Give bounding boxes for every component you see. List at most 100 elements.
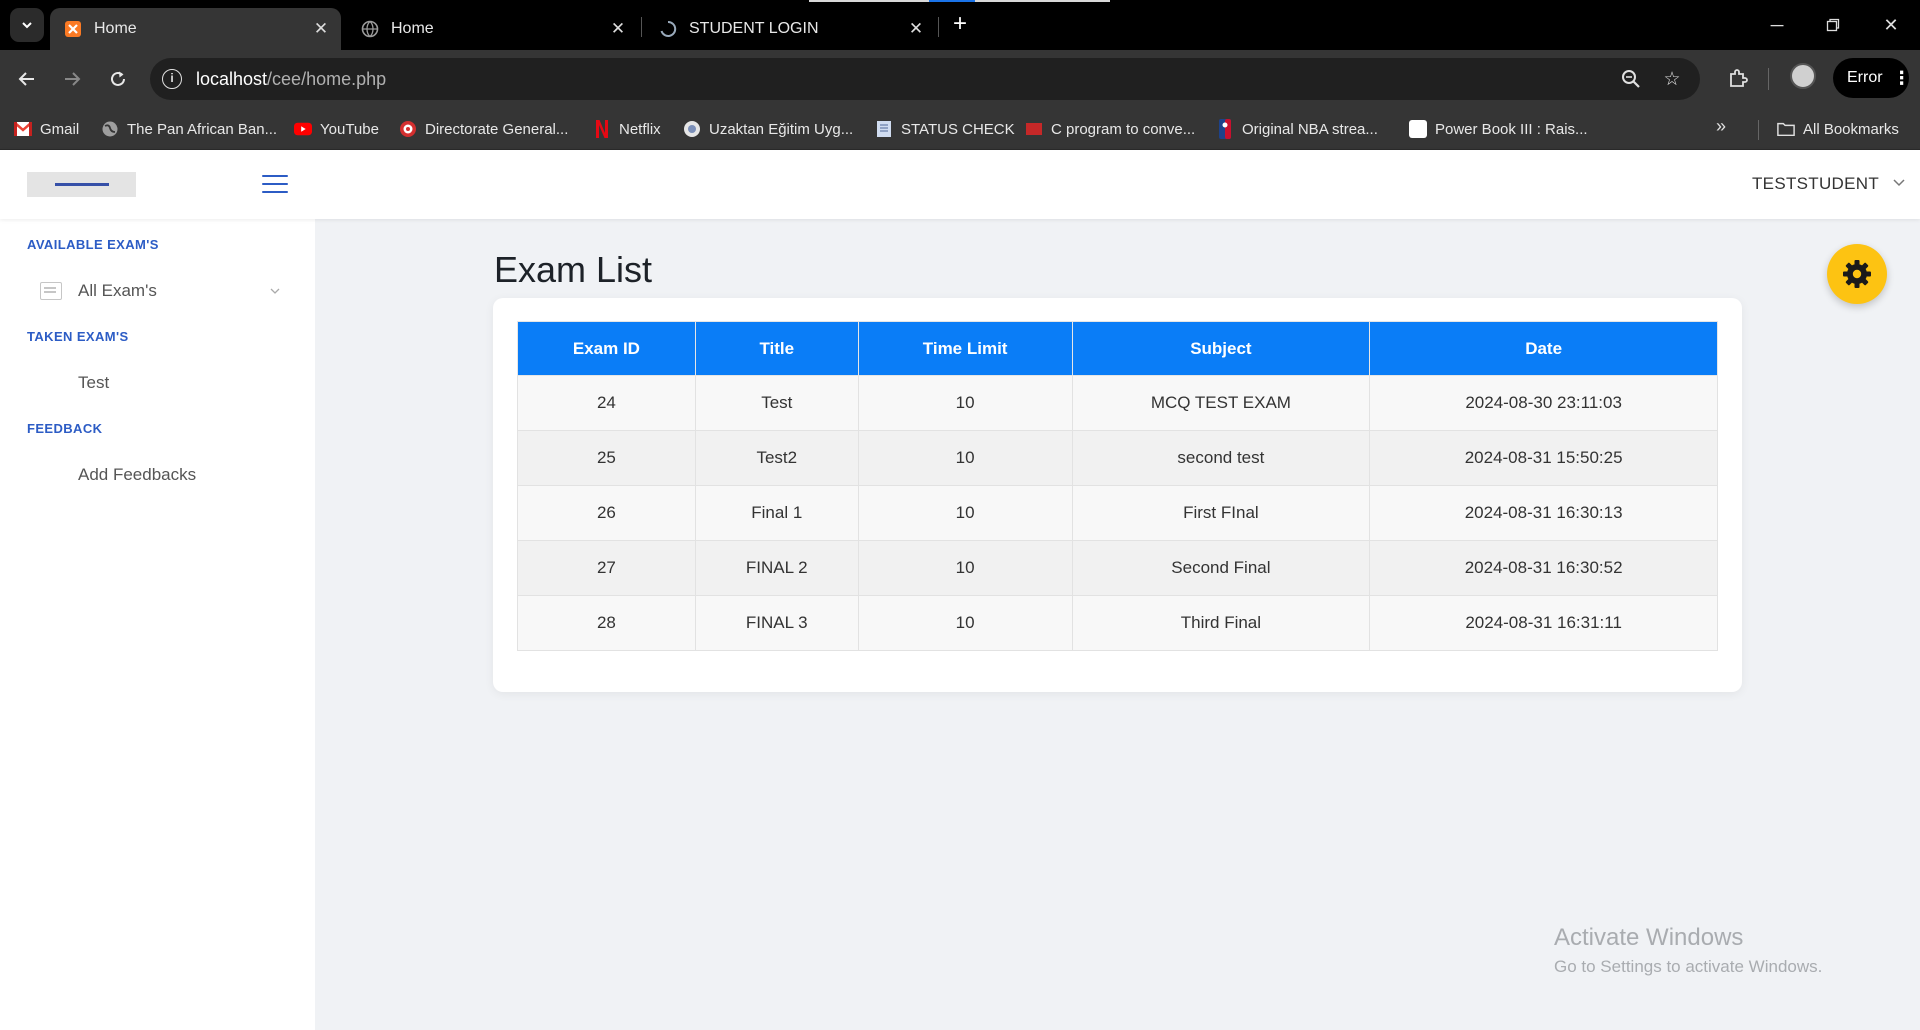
forward-button[interactable] [57, 64, 87, 94]
cell-exam-id: 28 [517, 595, 696, 651]
window-close-icon[interactable]: ✕ [1876, 12, 1906, 38]
globe-icon [683, 120, 701, 138]
gear-icon [1843, 260, 1871, 288]
bookmark-label: Netflix [619, 120, 661, 138]
close-icon[interactable]: ✕ [309, 17, 333, 41]
tab-home[interactable]: Home ✕ [347, 8, 638, 50]
table-row: 27 FINAL 2 10 Second Final 2024-08-31 16… [517, 540, 1718, 596]
minimize-icon[interactable]: ─ [1762, 12, 1792, 38]
extensions-button[interactable] [1723, 63, 1753, 93]
profile-error-button[interactable]: Error ⋮ [1833, 58, 1911, 98]
bookmark-label: Uzaktan Eğitim Uyg... [709, 120, 854, 138]
gmail-icon [14, 120, 32, 138]
tab-search-button[interactable] [10, 8, 44, 42]
tab-title: Home [391, 20, 434, 37]
bookmark-power-book[interactable]: Power Book III : Rais... [1409, 118, 1588, 140]
column-header-title: Title [694, 321, 859, 376]
zoom-icon[interactable] [1620, 68, 1642, 90]
cell-subject: First FInal [1071, 485, 1371, 541]
cell-date: 2024-08-31 15:50:25 [1369, 430, 1718, 486]
close-icon[interactable]: ✕ [606, 17, 630, 41]
star-icon[interactable]: ☆ [1661, 68, 1683, 90]
bookmark-label: The Pan African Ban... [127, 120, 278, 138]
sidebar-item-label: Add Feedbacks [78, 465, 197, 484]
cell-time-limit: 10 [857, 375, 1073, 431]
sidebar-heading-feedback: FEEDBACK [27, 421, 103, 436]
hamburger-menu-icon[interactable] [262, 175, 288, 193]
chevron-down-icon [270, 286, 280, 297]
profile-avatar[interactable] [1790, 63, 1816, 89]
bookmark-nba[interactable]: Original NBA strea... [1216, 118, 1378, 140]
cell-time-limit: 10 [857, 595, 1073, 651]
sidebar-item-all-exams[interactable]: All Exam's [40, 279, 280, 303]
globe-icon [361, 20, 379, 38]
watermark-subtitle: Go to Settings to activate Windows. [1554, 957, 1823, 976]
xampp-icon [64, 20, 82, 38]
spinner-icon [659, 20, 677, 38]
back-button[interactable] [12, 64, 42, 94]
tab-title: STUDENT LOGIN [689, 20, 819, 37]
globe-icon [101, 120, 119, 138]
bookmark-netflix[interactable]: Netflix [593, 118, 661, 140]
app-logo[interactable] [27, 172, 136, 197]
bookmark-youtube[interactable]: YouTube [294, 118, 379, 140]
table-header-row: Exam ID Title Time Limit Subject Date [517, 321, 1718, 376]
new-tab-button[interactable]: + [946, 12, 974, 38]
arrow-left-icon [18, 72, 34, 86]
bookmark-label: Gmail [40, 120, 80, 138]
tab-home-active[interactable]: Home ✕ [50, 8, 341, 50]
exam-table: Exam ID Title Time Limit Subject Date 24… [517, 321, 1718, 651]
cell-title: FINAL 3 [694, 595, 859, 651]
bookmark-directorate[interactable]: Directorate General... [399, 118, 568, 140]
chevron-down-icon [1893, 178, 1905, 190]
all-bookmarks-button[interactable]: All Bookmarks [1777, 118, 1899, 140]
table-row: 28 FINAL 3 10 Third Final 2024-08-31 16:… [517, 595, 1718, 651]
sidebar-item-label: Test [78, 373, 110, 392]
column-header-time-limit: Time Limit [857, 321, 1073, 376]
settings-fab-button[interactable] [1827, 244, 1887, 304]
bookmark-status-check[interactable]: STATUS CHECK [875, 118, 1015, 140]
site-info-icon[interactable]: i [162, 69, 182, 89]
column-header-exam-id: Exam ID [517, 321, 696, 376]
red-square-icon [1025, 120, 1043, 138]
cell-title: Final 1 [694, 485, 859, 541]
cell-time-limit: 10 [857, 485, 1073, 541]
sidebar-heading-available: AVAILABLE EXAM'S [27, 237, 159, 252]
tab-student-login[interactable]: STUDENT LOGIN ✕ [645, 8, 936, 50]
tab-loading-indicator [809, 0, 1110, 2]
tab-title: Home [94, 20, 137, 37]
column-header-subject: Subject [1071, 321, 1371, 376]
url-text: localhost/cee/home.php [196, 69, 387, 89]
bookmark-label: Original NBA strea... [1242, 120, 1378, 138]
cell-subject: MCQ TEST EXAM [1071, 375, 1371, 431]
cell-date: 2024-08-31 16:30:13 [1369, 485, 1718, 541]
white-square-icon [1409, 120, 1427, 138]
cell-title: Test [694, 375, 859, 431]
bookmark-uzaktan[interactable]: Uzaktan Eğitim Uyg... [683, 118, 853, 140]
cell-exam-id: 26 [517, 485, 696, 541]
username-label: TESTSTUDENT [1752, 174, 1880, 193]
bookmark-label: C program to conve... [1051, 120, 1196, 138]
chevron-double-right-icon[interactable]: » [1716, 116, 1726, 137]
cell-date: 2024-08-31 16:30:52 [1369, 540, 1718, 596]
cell-subject: Third Final [1071, 595, 1371, 651]
cell-title: FINAL 2 [694, 540, 859, 596]
netflix-icon [593, 120, 611, 138]
cell-subject: Second Final [1071, 540, 1371, 596]
reload-button[interactable] [103, 64, 133, 94]
bookmark-pan-african[interactable]: The Pan African Ban... [101, 118, 277, 140]
app-header: TESTSTUDENT [0, 150, 1920, 219]
sidebar-item-add-feedbacks[interactable]: Add Feedbacks [78, 463, 318, 487]
restore-icon[interactable] [1818, 12, 1848, 38]
bookmark-c-program[interactable]: C program to conve... [1025, 118, 1195, 140]
more-vert-icon[interactable]: ⋮ [1893, 68, 1911, 89]
reload-icon [111, 71, 125, 86]
cell-subject: second test [1071, 430, 1371, 486]
sidebar-item-test[interactable]: Test [78, 371, 318, 395]
bookmark-gmail[interactable]: Gmail [14, 118, 79, 140]
column-header-date: Date [1369, 321, 1718, 376]
address-bar[interactable]: i localhost/cee/home.php ☆ [150, 58, 1700, 100]
close-icon[interactable]: ✕ [904, 17, 928, 41]
bookmark-label: All Bookmarks [1803, 120, 1899, 138]
user-menu[interactable]: TESTSTUDENT [1752, 174, 1905, 194]
